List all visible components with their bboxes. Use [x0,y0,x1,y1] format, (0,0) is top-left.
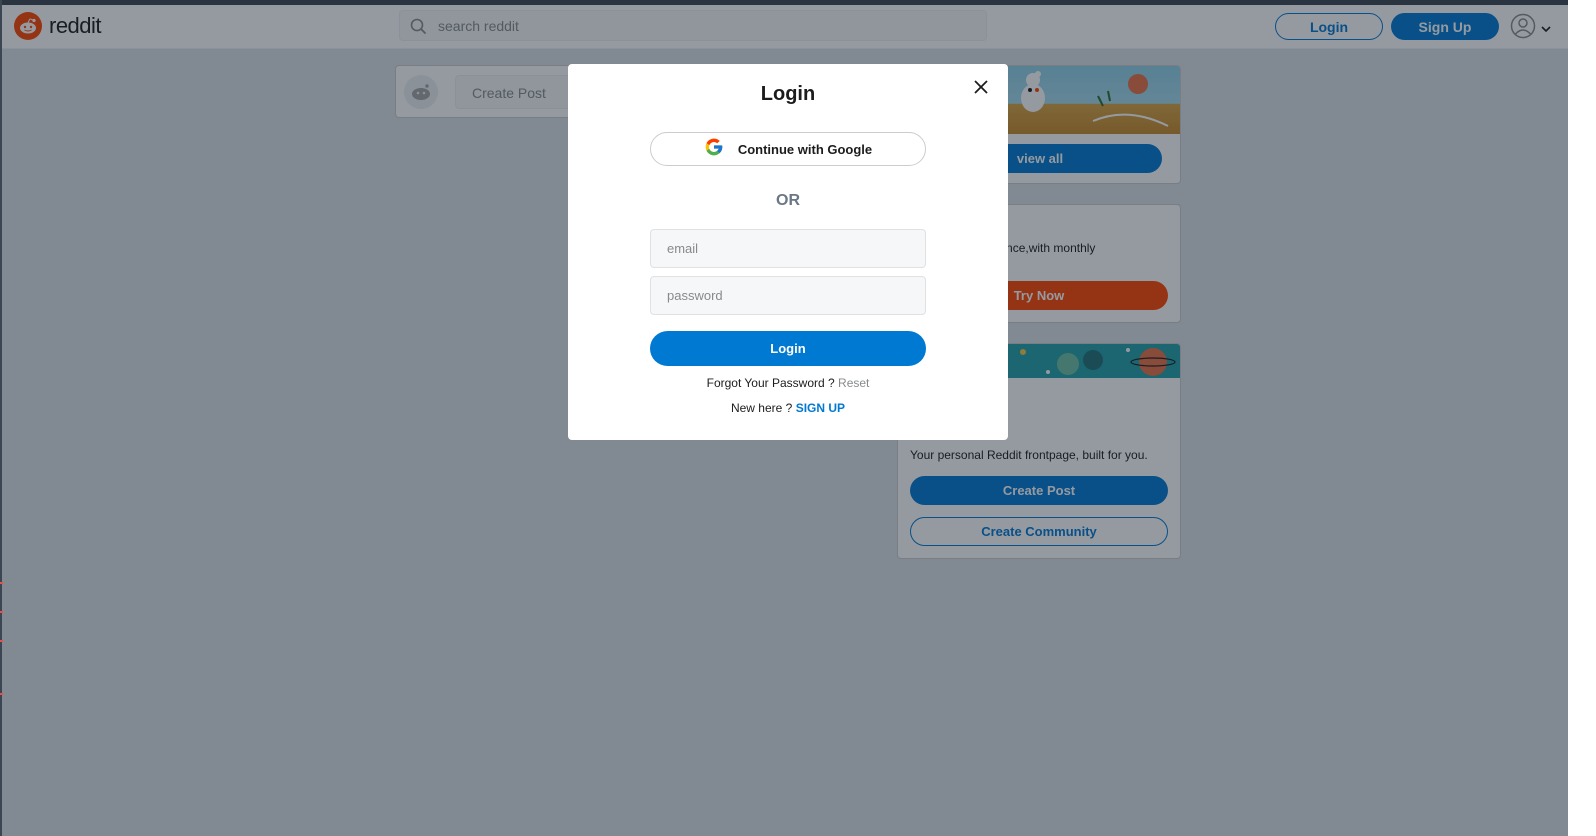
modal-title: Login [760,83,816,105]
new-here-row: New here ? SIGN UP [568,401,1008,415]
google-button-label: Continue with Google [737,141,873,157]
forgot-password-row: Forgot Your Password ? Reset [568,376,1008,390]
window-left-border [0,0,2,836]
reset-link[interactable]: Reset [838,376,869,390]
close-icon[interactable] [972,78,990,96]
or-divider: OR [776,192,800,209]
login-modal: Login Continue with Google OR Login Forg… [568,64,1008,440]
forgot-password-text: Forgot Your Password ? [706,376,835,390]
new-here-text: New here ? [730,401,793,415]
password-field[interactable] [650,276,926,315]
window-right-gutter [1568,0,1596,836]
continue-with-google-button[interactable]: Continue with Google [650,132,926,166]
signup-link[interactable]: SIGN UP [796,401,845,415]
email-field[interactable] [650,229,926,268]
google-icon [704,137,724,162]
login-button[interactable]: Login [650,331,926,366]
